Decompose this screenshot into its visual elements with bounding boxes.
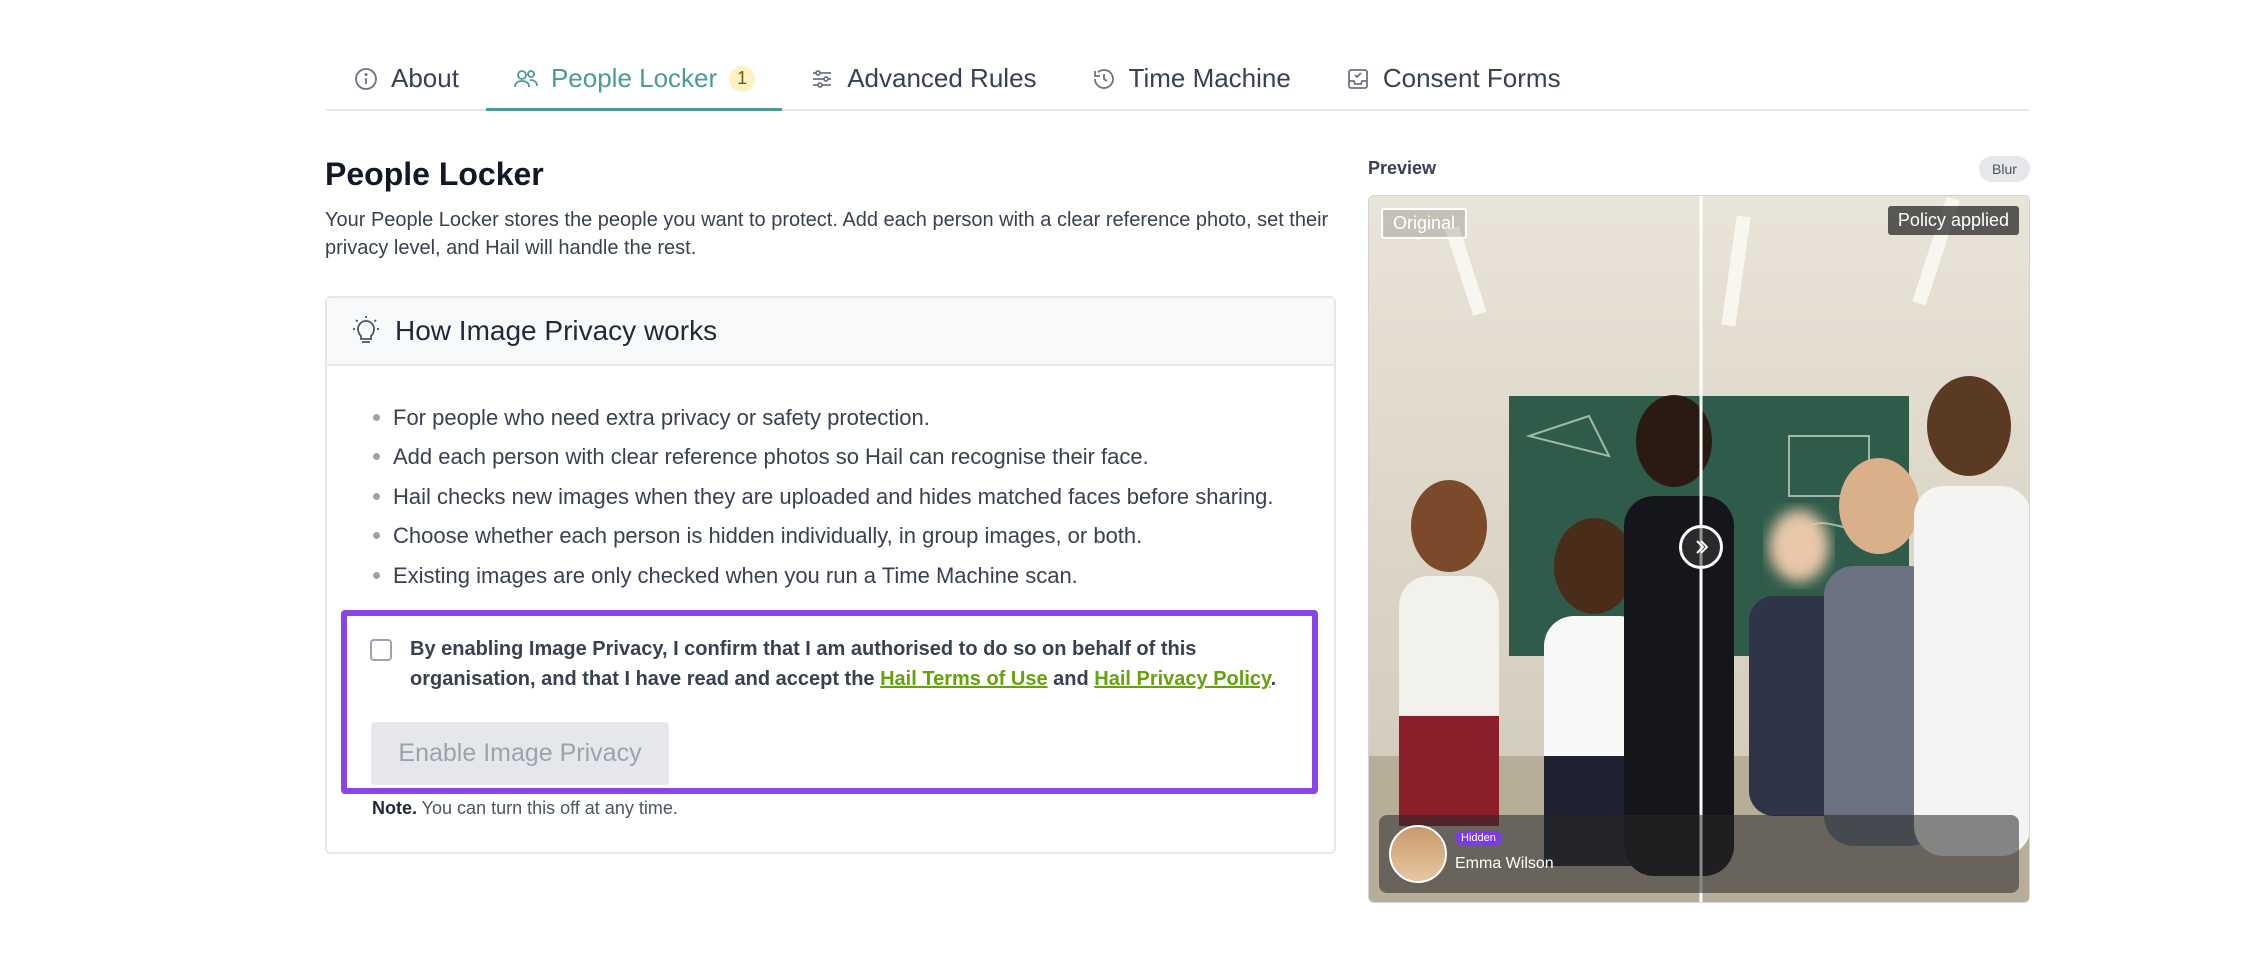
how-it-works-list: For people who need extra privacy or saf… xyxy=(373,398,1274,595)
info-icon xyxy=(353,66,379,92)
consent-box: By enabling Image Privacy, I confirm tha… xyxy=(341,610,1318,794)
list-item: Add each person with clear reference pho… xyxy=(373,437,1274,476)
count-badge: 1 xyxy=(729,65,756,92)
note-text: Note. You can turn this off at any time. xyxy=(372,798,678,818)
tab-about[interactable]: About xyxy=(326,48,486,109)
tab-consent-forms[interactable]: Consent Forms xyxy=(1318,48,1588,109)
compare-slider-handle[interactable] xyxy=(1679,525,1723,569)
list-item: Hail checks new images when they are upl… xyxy=(373,477,1274,516)
tab-advanced-rules[interactable]: Advanced Rules xyxy=(782,48,1063,109)
how-it-works-card: How Image Privacy works For people who n… xyxy=(325,296,1336,854)
consent-text: By enabling Image Privacy, I confirm tha… xyxy=(410,638,1277,690)
terms-of-use-link[interactable]: Hail Terms of Use xyxy=(880,668,1047,690)
preview-label: Preview xyxy=(1368,158,1437,178)
page-intro: Your People Locker stores the people you… xyxy=(325,209,1329,259)
lightbulb-icon xyxy=(349,314,383,348)
policy-applied-tag: Policy applied xyxy=(1887,206,2019,235)
people-icon xyxy=(513,66,539,92)
history-icon xyxy=(1091,66,1117,92)
tab-people-locker[interactable]: People Locker 1 xyxy=(485,48,783,111)
mode-chip: Blur xyxy=(1979,156,2030,182)
page-title: People Locker xyxy=(325,156,544,192)
tab-bar: About People Locker 1 Advanced Rules Tim… xyxy=(326,48,2029,111)
original-tag: Original xyxy=(1381,208,1468,239)
tab-label: Advanced Rules xyxy=(847,63,1037,93)
chevron-right-icon xyxy=(1691,537,1711,557)
list-item: For people who need extra privacy or saf… xyxy=(373,398,1274,437)
tab-label: About xyxy=(391,63,459,93)
list-item: Existing images are only checked when yo… xyxy=(373,556,1274,595)
privacy-policy-link[interactable]: Hail Privacy Policy xyxy=(1094,668,1270,690)
sliders-icon xyxy=(809,66,835,92)
person-name: Emma Wilson xyxy=(1455,855,1554,872)
person-strip: Hidden Emma Wilson xyxy=(1379,815,2019,893)
enable-image-privacy-button[interactable]: Enable Image Privacy xyxy=(371,722,669,785)
inbox-icon xyxy=(1345,66,1371,92)
tab-time-machine[interactable]: Time Machine xyxy=(1064,48,1318,109)
card-title: How Image Privacy works xyxy=(395,315,718,346)
tab-label: People Locker xyxy=(550,63,718,93)
tab-label: Consent Forms xyxy=(1382,63,1561,93)
consent-checkbox[interactable] xyxy=(370,639,392,661)
avatar xyxy=(1389,825,1447,883)
preview-image: Original Policy applied Hidden Emma Wils… xyxy=(1368,195,2030,903)
tab-label: Time Machine xyxy=(1128,63,1291,93)
status-badge: Hidden xyxy=(1455,831,1502,845)
card-header: How Image Privacy works xyxy=(327,298,1334,366)
list-item: Choose whether each person is hidden ind… xyxy=(373,516,1274,555)
